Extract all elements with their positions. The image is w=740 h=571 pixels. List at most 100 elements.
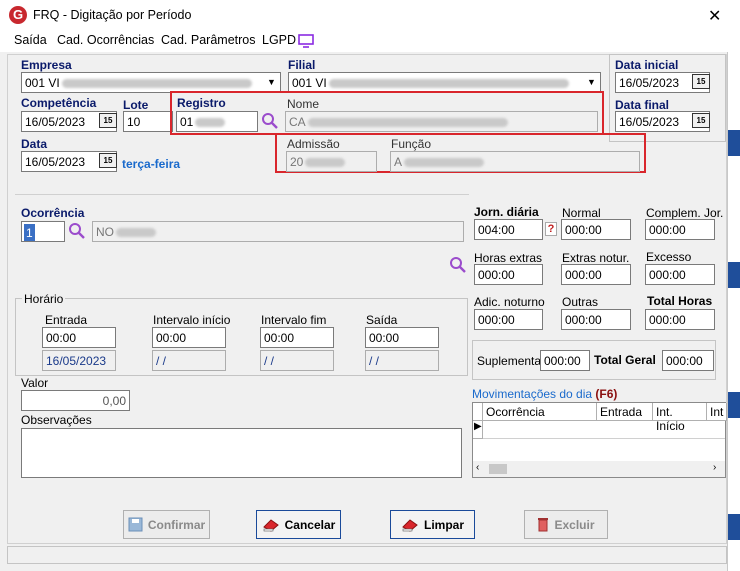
eraser-icon [262, 518, 279, 532]
eraser-icon [402, 518, 418, 532]
extras-notur-value: 000:00 [565, 268, 602, 282]
valor-input[interactable]: 0,00 [21, 390, 130, 411]
cancelar-button[interactable]: Cancelar [256, 510, 341, 539]
close-icon[interactable]: ✕ [708, 6, 721, 26]
data-inicial-value: 16/05/2023 [619, 76, 680, 90]
monitor-icon[interactable] [298, 34, 314, 48]
registro-label: Registro [177, 96, 226, 110]
lote-input[interactable]: 10 [123, 111, 173, 132]
ocorrencia-label: Ocorrência [21, 206, 85, 220]
complem-label: Complem. Jor. [646, 206, 724, 220]
observacoes-textarea[interactable] [21, 428, 462, 478]
menu-item-cad-parametros[interactable]: Cad. Parâmetros [161, 33, 255, 47]
menu-item-lgpd[interactable]: LGPD [262, 33, 296, 47]
scroll-thumb[interactable] [489, 464, 507, 474]
entrada-value: 00:00 [46, 331, 77, 345]
horizontal-scrollbar[interactable]: ‹ › [473, 461, 725, 477]
total-geral-label: Total Geral [594, 353, 656, 367]
grid-col-int[interactable]: Int [707, 403, 727, 421]
calendar-icon[interactable]: 15 [99, 153, 117, 168]
saida-date: / / [365, 350, 439, 371]
chevron-left-icon[interactable]: ‹ [476, 462, 479, 473]
horario-group-label: Horário [22, 292, 66, 306]
complem-input[interactable]: 000:00 [645, 219, 715, 240]
chevron-right-icon[interactable]: › [713, 462, 716, 473]
admissao-field: 20 [286, 151, 377, 172]
valor-value: 0,00 [102, 394, 126, 408]
chevron-down-icon[interactable]: ▼ [583, 73, 600, 92]
table-row[interactable] [483, 421, 725, 439]
intervalo-fim-value: 00:00 [264, 331, 295, 345]
entrada-input[interactable]: 00:00 [42, 327, 116, 348]
excesso-input[interactable]: 000:00 [645, 264, 715, 285]
funcao-field: A [390, 151, 640, 172]
nome-label: Nome [287, 97, 320, 111]
help-icon[interactable]: ? [545, 222, 557, 236]
row-indicator-icon: ▶ [473, 421, 483, 439]
calendar-icon[interactable]: 15 [99, 113, 117, 128]
intervalo-inicio-value: 00:00 [156, 331, 187, 345]
adic-noturno-input[interactable]: 000:00 [474, 309, 543, 330]
saida-input[interactable]: 00:00 [365, 327, 439, 348]
excluir-button[interactable]: Excluir [524, 510, 608, 539]
suplementar-label: Suplementar [477, 354, 546, 368]
filial-value: 001 VI [292, 76, 327, 90]
movimentacoes-title-text: Movimentações do dia [472, 387, 593, 401]
background-window-strip [728, 130, 740, 156]
calendar-icon[interactable]: 15 [692, 113, 710, 128]
filial-label: Filial [288, 58, 316, 72]
suplementar-input: 000:00 [540, 350, 590, 371]
search-icon[interactable] [449, 256, 467, 274]
menu-item-cad-ocorrencias[interactable]: Cad. Ocorrências [57, 33, 154, 47]
menu-bar: Saída Cad. Ocorrências Cad. Parâmetros L… [0, 30, 728, 52]
confirmar-button[interactable]: Confirmar [123, 510, 210, 539]
intervalo-inicio-date: / / [152, 350, 226, 371]
grid-corner [473, 403, 483, 421]
status-bar [7, 546, 727, 564]
adic-noturno-label: Adic. noturno [474, 295, 545, 309]
empresa-value: 001 VI [25, 76, 60, 90]
registro-input[interactable]: 01 [176, 111, 258, 132]
normal-value: 000:00 [565, 223, 602, 237]
background-window-strip [728, 514, 740, 540]
chevron-down-icon[interactable]: ▼ [263, 73, 280, 92]
saida-value: 00:00 [369, 331, 400, 345]
limpar-button[interactable]: Limpar [390, 510, 475, 539]
ocorrencia-code-value: 1 [24, 224, 35, 241]
search-icon[interactable] [261, 112, 279, 130]
total-geral-value: 000:00 [666, 354, 703, 368]
data-final-value: 16/05/2023 [619, 115, 680, 129]
grid-col-entrada[interactable]: Entrada [597, 403, 653, 421]
movimentacoes-grid[interactable]: Ocorrência Entrada Int. Início Int ▶ ‹ › [472, 402, 727, 478]
normal-label: Normal [562, 206, 601, 220]
horas-extras-value: 000:00 [478, 268, 515, 282]
extras-notur-input[interactable]: 000:00 [561, 264, 631, 285]
limpar-label: Limpar [423, 517, 464, 532]
ocorrencia-code-input[interactable]: 1 [21, 221, 65, 242]
jorn-diaria-value: 004:00 [478, 223, 515, 237]
horas-extras-input[interactable]: 000:00 [474, 264, 543, 285]
valor-label: Valor [21, 376, 49, 390]
entrada-label: Entrada [45, 313, 88, 327]
menu-item-saida[interactable]: Saída [14, 33, 47, 47]
empresa-label: Empresa [21, 58, 72, 72]
intervalo-inicio-input[interactable]: 00:00 [152, 327, 226, 348]
ocorrencia-desc-field: NO [92, 221, 464, 242]
search-icon[interactable] [68, 222, 86, 240]
title-bar: G FRQ - Digitação por Período ✕ [0, 0, 728, 30]
grid-col-ocorrencia[interactable]: Ocorrência [483, 403, 597, 421]
calendar-icon[interactable]: 15 [692, 74, 710, 89]
data-value: 16/05/2023 [25, 155, 86, 169]
observacoes-label: Observações [21, 413, 92, 427]
outras-value: 000:00 [565, 313, 602, 327]
empresa-select[interactable]: 001 VI ▼ [21, 72, 281, 93]
jorn-diaria-input[interactable]: 004:00 [474, 219, 543, 240]
intervalo-fim-input[interactable]: 00:00 [260, 327, 334, 348]
intervalo-fim-date-value: / / [264, 354, 275, 368]
filial-select[interactable]: 001 VI ▼ [288, 72, 601, 93]
grid-col-int-inicio[interactable]: Int. Início [653, 403, 707, 433]
excluir-label: Excluir [554, 517, 595, 532]
normal-input[interactable]: 000:00 [561, 219, 631, 240]
movimentacoes-shortcut: (F6) [595, 387, 618, 401]
outras-input[interactable]: 000:00 [561, 309, 631, 330]
